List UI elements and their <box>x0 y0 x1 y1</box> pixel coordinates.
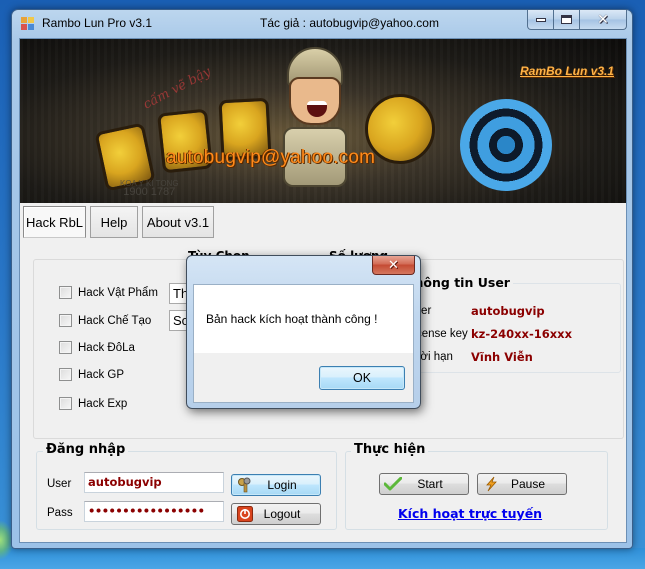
tab-bar: Hack RbL Help About v3.1 <box>20 206 626 240</box>
checkbox[interactable] <box>59 286 72 299</box>
tab-help[interactable]: Help <box>90 206 138 238</box>
execute-title: Thực hiện <box>351 442 429 457</box>
lightning-icon <box>482 476 500 492</box>
app-icon <box>21 17 34 30</box>
desktop-background <box>0 548 645 569</box>
target-graphic <box>460 99 552 191</box>
author-caption: Tác giả : autobugvip@yahoo.com <box>260 16 439 30</box>
dialog-ok-button[interactable]: OK <box>319 366 405 390</box>
online-activation-link[interactable]: Kích hoạt trực tuyến <box>398 506 542 521</box>
dialog-message: Bản hack kích hoạt thành công ! <box>206 312 378 326</box>
banner-image: cấm vẽ bậy KOA Y KI TONG 1900 1787 autob… <box>20 39 626 203</box>
checkbox[interactable] <box>59 314 72 327</box>
user-field-label: User <box>47 478 72 490</box>
execute-group: Thực hiện Start Pause Kích hoạt trực tuy… <box>345 442 608 530</box>
banner-phone: KOA Y KI TONG 1900 1787 <box>120 179 179 198</box>
checkbox-hack-vat-pham[interactable]: Hack Vật Phẩm <box>59 286 158 299</box>
checkbox[interactable] <box>59 341 72 354</box>
keys-icon <box>236 477 254 493</box>
login-group: Đăng nhập User autobugvip Pass •••••••••… <box>36 442 337 530</box>
minimize-button[interactable] <box>527 10 554 30</box>
banner-email: autobugvip@yahoo.com <box>166 147 376 168</box>
minimize-icon <box>535 17 546 22</box>
tab-about[interactable]: About v3.1 <box>142 206 214 238</box>
window-title: Rambo Lun Pro v3.1 <box>42 16 153 30</box>
pass-field-label: Pass <box>47 507 73 519</box>
checkbox[interactable] <box>59 368 72 381</box>
tab-hack-rbl[interactable]: Hack RbL <box>23 206 86 238</box>
login-button[interactable]: Login <box>231 474 321 496</box>
logout-button[interactable]: Logout <box>231 503 321 525</box>
checkbox-hack-dola[interactable]: Hack ĐôLa <box>59 341 135 354</box>
user-input[interactable]: autobugvip <box>84 472 224 493</box>
password-input[interactable]: ••••••••••••••••• <box>84 501 224 522</box>
checkbox[interactable] <box>59 397 72 410</box>
checkbox-hack-gp[interactable]: Hack GP <box>59 368 124 381</box>
license-key-value: kz-240xx-16xxx <box>471 327 572 341</box>
checkbox-hack-che-tao[interactable]: Hack Chế Tạo <box>59 314 151 327</box>
maximize-icon <box>561 15 572 24</box>
dialog-body: Bản hack kích hoạt thành công ! OK <box>193 284 414 403</box>
user-value: autobugvip <box>471 304 545 318</box>
title-bar[interactable]: Rambo Lun Pro v3.1 Tác giả : autobugvip@… <box>12 10 632 36</box>
login-title: Đăng nhập <box>43 442 129 457</box>
close-icon: ✕ <box>597 11 609 28</box>
checkbox-hack-exp[interactable]: Hack Exp <box>59 397 127 410</box>
power-icon <box>236 506 254 522</box>
close-button[interactable]: ✕ <box>580 10 627 30</box>
message-dialog: ✕ Bản hack kích hoạt thành công ! OK <box>186 255 421 409</box>
logo-letter-o <box>365 94 435 164</box>
maximize-button[interactable] <box>554 10 580 30</box>
user-info-group: Thông tin User User autobugvip License k… <box>403 275 621 373</box>
soldier-mascot <box>275 47 353 197</box>
checkmark-icon <box>384 476 402 492</box>
start-button[interactable]: Start <box>379 473 469 495</box>
close-icon: ✕ <box>388 257 399 273</box>
dialog-close-button[interactable]: ✕ <box>372 256 415 275</box>
pause-button[interactable]: Pause <box>477 473 567 495</box>
expiry-value: Vĩnh Viễn <box>471 350 533 364</box>
version-link[interactable]: RamBo Lun v3.1 <box>520 64 614 78</box>
window-controls: ✕ <box>527 10 627 30</box>
